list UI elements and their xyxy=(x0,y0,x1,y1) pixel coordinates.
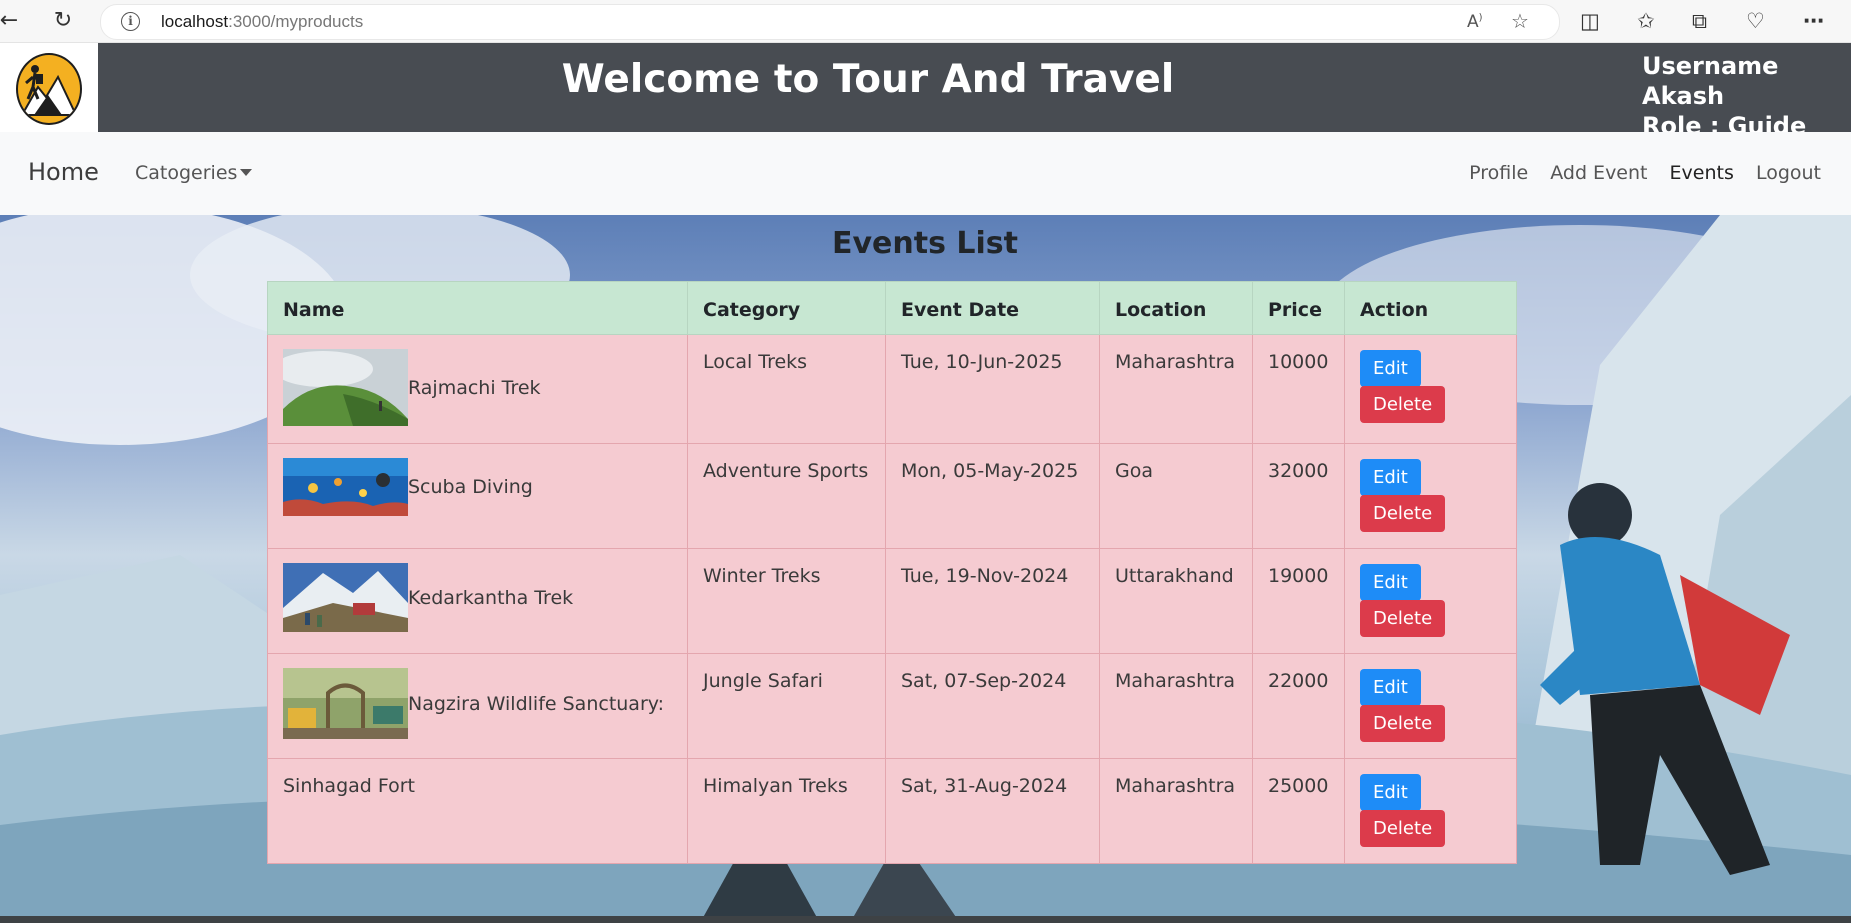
edit-button[interactable]: Edit xyxy=(1360,564,1421,601)
event-actions: EditDelete xyxy=(1344,334,1517,444)
events-table: Name Category Event Date Location Price … xyxy=(267,281,1517,864)
categories-dropdown[interactable]: Catogeries xyxy=(135,162,253,184)
split-screen-icon[interactable]: ◫ xyxy=(1580,6,1600,36)
event-date: Sat, 07-Sep-2024 xyxy=(885,653,1100,759)
event-date: Sat, 31-Aug-2024 xyxy=(885,758,1100,864)
event-location: Goa xyxy=(1099,443,1253,549)
event-category: Adventure Sports xyxy=(687,443,886,549)
table-row: Rajmachi Trek Local Treks Tue, 10-Jun-20… xyxy=(267,334,1517,444)
edit-button[interactable]: Edit xyxy=(1360,350,1421,387)
underwater-photo xyxy=(283,458,408,516)
delete-button[interactable]: Delete xyxy=(1360,495,1446,532)
event-price: 10000 xyxy=(1252,334,1345,444)
trek-hill-photo xyxy=(283,349,408,426)
event-category: Jungle Safari xyxy=(687,653,886,759)
caret-down-icon xyxy=(240,169,253,176)
event-actions: EditDelete xyxy=(1344,758,1517,864)
event-name-cell: Rajmachi Trek xyxy=(267,334,688,444)
address-bar[interactable]: i localhost:3000/myproducts A) ☆ xyxy=(100,4,1560,40)
snow-mountain-photo xyxy=(283,563,408,632)
info-icon[interactable]: i xyxy=(121,12,140,31)
event-price: 19000 xyxy=(1252,548,1345,654)
page-header: Welcome to Tour And Travel Username Akas… xyxy=(98,43,1851,140)
column-header-name: Name xyxy=(267,281,688,335)
column-header-event-date: Event Date xyxy=(885,281,1100,335)
nav-links: Profile Add Event Events Logout xyxy=(1453,162,1821,184)
event-category: Local Treks xyxy=(687,334,886,444)
read-aloud-icon[interactable]: A) xyxy=(1467,12,1483,32)
event-name-cell: Sinhagad Fort xyxy=(267,758,688,864)
table-row: Nagzira Wildlife Sanctuary: Jungle Safar… xyxy=(267,653,1517,759)
delete-button[interactable]: Delete xyxy=(1360,810,1446,847)
edit-button[interactable]: Edit xyxy=(1360,669,1421,706)
table-row: Sinhagad Fort Himalyan Treks Sat, 31-Aug… xyxy=(267,758,1517,864)
delete-button[interactable]: Delete xyxy=(1360,386,1446,423)
event-date: Tue, 10-Jun-2025 xyxy=(885,334,1100,444)
event-location: Uttarakhand xyxy=(1099,548,1253,654)
edit-button[interactable]: Edit xyxy=(1360,774,1421,811)
nav-profile[interactable]: Profile xyxy=(1469,162,1528,184)
nav-home[interactable]: Home xyxy=(28,158,99,186)
username-label: Username Akash xyxy=(1642,52,1779,110)
event-name: Kedarkantha Trek xyxy=(408,586,574,609)
collections-icon[interactable]: ⧉ xyxy=(1692,6,1707,36)
user-info: Username Akash Role : Guide xyxy=(1642,51,1851,141)
navbar: Home Catogeries Profile Add Event Events… xyxy=(0,132,1851,215)
event-name: Sinhagad Fort xyxy=(283,775,416,797)
url-text[interactable]: localhost:3000/myproducts xyxy=(161,12,363,32)
table-row: Scuba Diving Adventure Sports Mon, 05-Ma… xyxy=(267,443,1517,549)
event-name-cell: Scuba Diving xyxy=(267,443,688,549)
event-name: Scuba Diving xyxy=(408,476,533,498)
event-location: Maharashtra xyxy=(1099,334,1253,444)
table-header-row: Name Category Event Date Location Price … xyxy=(267,281,1517,335)
logo-icon[interactable] xyxy=(16,53,82,125)
column-header-location: Location xyxy=(1099,281,1253,335)
event-name: Nagzira Wildlife Sanctuary: xyxy=(408,692,665,715)
favorite-star-icon[interactable]: ☆ xyxy=(1511,9,1529,33)
event-category: Himalyan Treks xyxy=(687,758,886,864)
event-name-cell: Nagzira Wildlife Sanctuary: xyxy=(267,653,688,759)
page-title: Welcome to Tour And Travel xyxy=(561,57,1175,102)
event-date: Tue, 19-Nov-2024 xyxy=(885,548,1100,654)
delete-button[interactable]: Delete xyxy=(1360,705,1446,742)
back-icon[interactable]: ← xyxy=(0,6,24,36)
column-header-category: Category xyxy=(687,281,886,335)
categories-dropdown-label: Catogeries xyxy=(135,162,238,184)
column-header-price: Price xyxy=(1252,281,1345,335)
forest-gate-photo xyxy=(283,668,408,739)
browser-toolbar: ← ↻ i localhost:3000/myproducts A) ☆ ◫ ✩… xyxy=(0,0,1851,43)
column-header-action: Action xyxy=(1344,281,1517,335)
event-actions: EditDelete xyxy=(1344,548,1517,654)
reload-icon[interactable]: ↻ xyxy=(48,6,78,36)
event-location: Maharashtra xyxy=(1099,758,1253,864)
edit-button[interactable]: Edit xyxy=(1360,459,1421,496)
event-name: Rajmachi Trek xyxy=(408,376,541,399)
event-price: 32000 xyxy=(1252,443,1345,549)
table-row: Kedarkantha Trek Winter Treks Tue, 19-No… xyxy=(267,548,1517,654)
more-icon[interactable]: ⋯ xyxy=(1803,6,1824,36)
event-category: Winter Treks xyxy=(687,548,886,654)
nav-events[interactable]: Events xyxy=(1670,162,1734,184)
event-date: Mon, 05-May-2025 xyxy=(885,443,1100,549)
health-icon[interactable]: ♡ xyxy=(1746,6,1765,36)
event-actions: EditDelete xyxy=(1344,443,1517,549)
event-price: 25000 xyxy=(1252,758,1345,864)
event-actions: EditDelete xyxy=(1344,653,1517,759)
nav-logout[interactable]: Logout xyxy=(1756,162,1821,184)
events-list-title: Events List xyxy=(832,226,1018,261)
event-location: Maharashtra xyxy=(1099,653,1253,759)
footer-strip xyxy=(0,916,1851,923)
favorites-icon[interactable]: ✩ xyxy=(1637,6,1655,36)
delete-button[interactable]: Delete xyxy=(1360,600,1446,637)
nav-add-event[interactable]: Add Event xyxy=(1550,162,1647,184)
event-name-cell: Kedarkantha Trek xyxy=(267,548,688,654)
event-price: 22000 xyxy=(1252,653,1345,759)
